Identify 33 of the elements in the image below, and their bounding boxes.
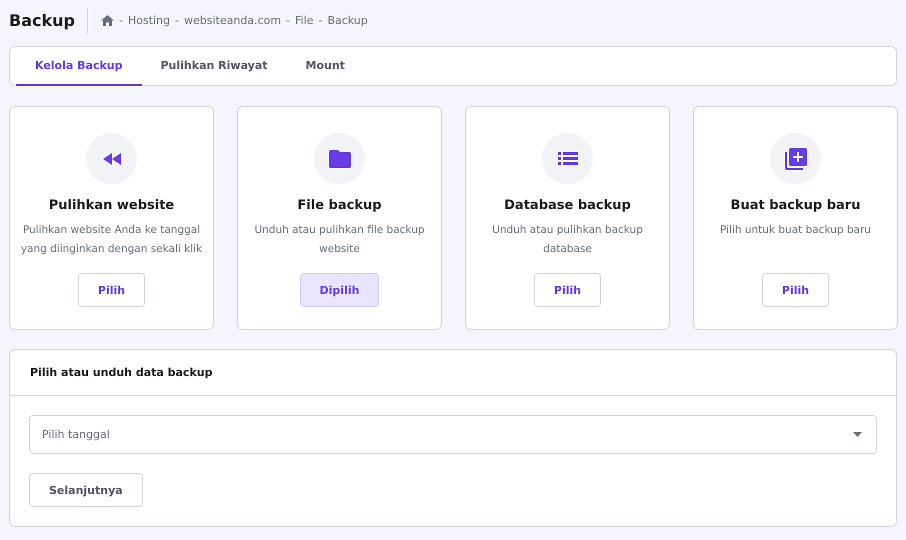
home-icon[interactable] [100,15,114,26]
breadcrumb-separator: - [318,14,322,27]
page-title: Backup [9,8,88,34]
breadcrumb-link[interactable]: File [295,14,314,27]
panel-title: Pilih atau unduh data backup [30,366,212,379]
breadcrumb-separator: - [175,14,179,27]
breadcrumb-link[interactable]: Backup [327,14,368,27]
card-description: Pulihkan website Anda ke tanggal yang diinginkan dengan sekali klik [20,223,204,257]
rewind-icon [102,152,120,164]
breadcrumb-link[interactable]: websiteanda.com [184,14,282,27]
card-title: Database backup [504,198,631,213]
tab[interactable]: Mount [286,47,364,86]
card-description: Unduh atau pulihkan file backup website [253,223,426,257]
breadcrumb-link[interactable]: Hosting [128,14,170,27]
card-title: File backup [297,198,382,213]
breadcrumb-separator: - [118,14,123,27]
breadcrumb-separator: - [286,14,290,27]
tab[interactable]: Kelola Backup [16,47,142,86]
next-button[interactable]: Selanjutnya [29,473,143,507]
card-title: Pulihkan website [48,198,174,213]
folder-icon [328,150,350,168]
card-description: Unduh atau pulihkan backup database [491,223,644,257]
card-title: Buat backup baru [730,198,860,213]
date-select[interactable]: Pilih tanggal [29,415,877,454]
select-button[interactable]: Pilih [78,273,146,307]
select-button[interactable]: Dipilih [300,273,380,307]
tab[interactable]: Pulihkan Riwayat [142,47,287,86]
select-button[interactable]: Pilih [534,273,602,307]
list-icon [558,152,578,165]
select-button[interactable]: Pilih [762,273,830,307]
add-stack-icon [784,148,806,170]
card-description: Pilih untuk buat backup baru [720,223,871,238]
caret-icon [853,432,862,437]
